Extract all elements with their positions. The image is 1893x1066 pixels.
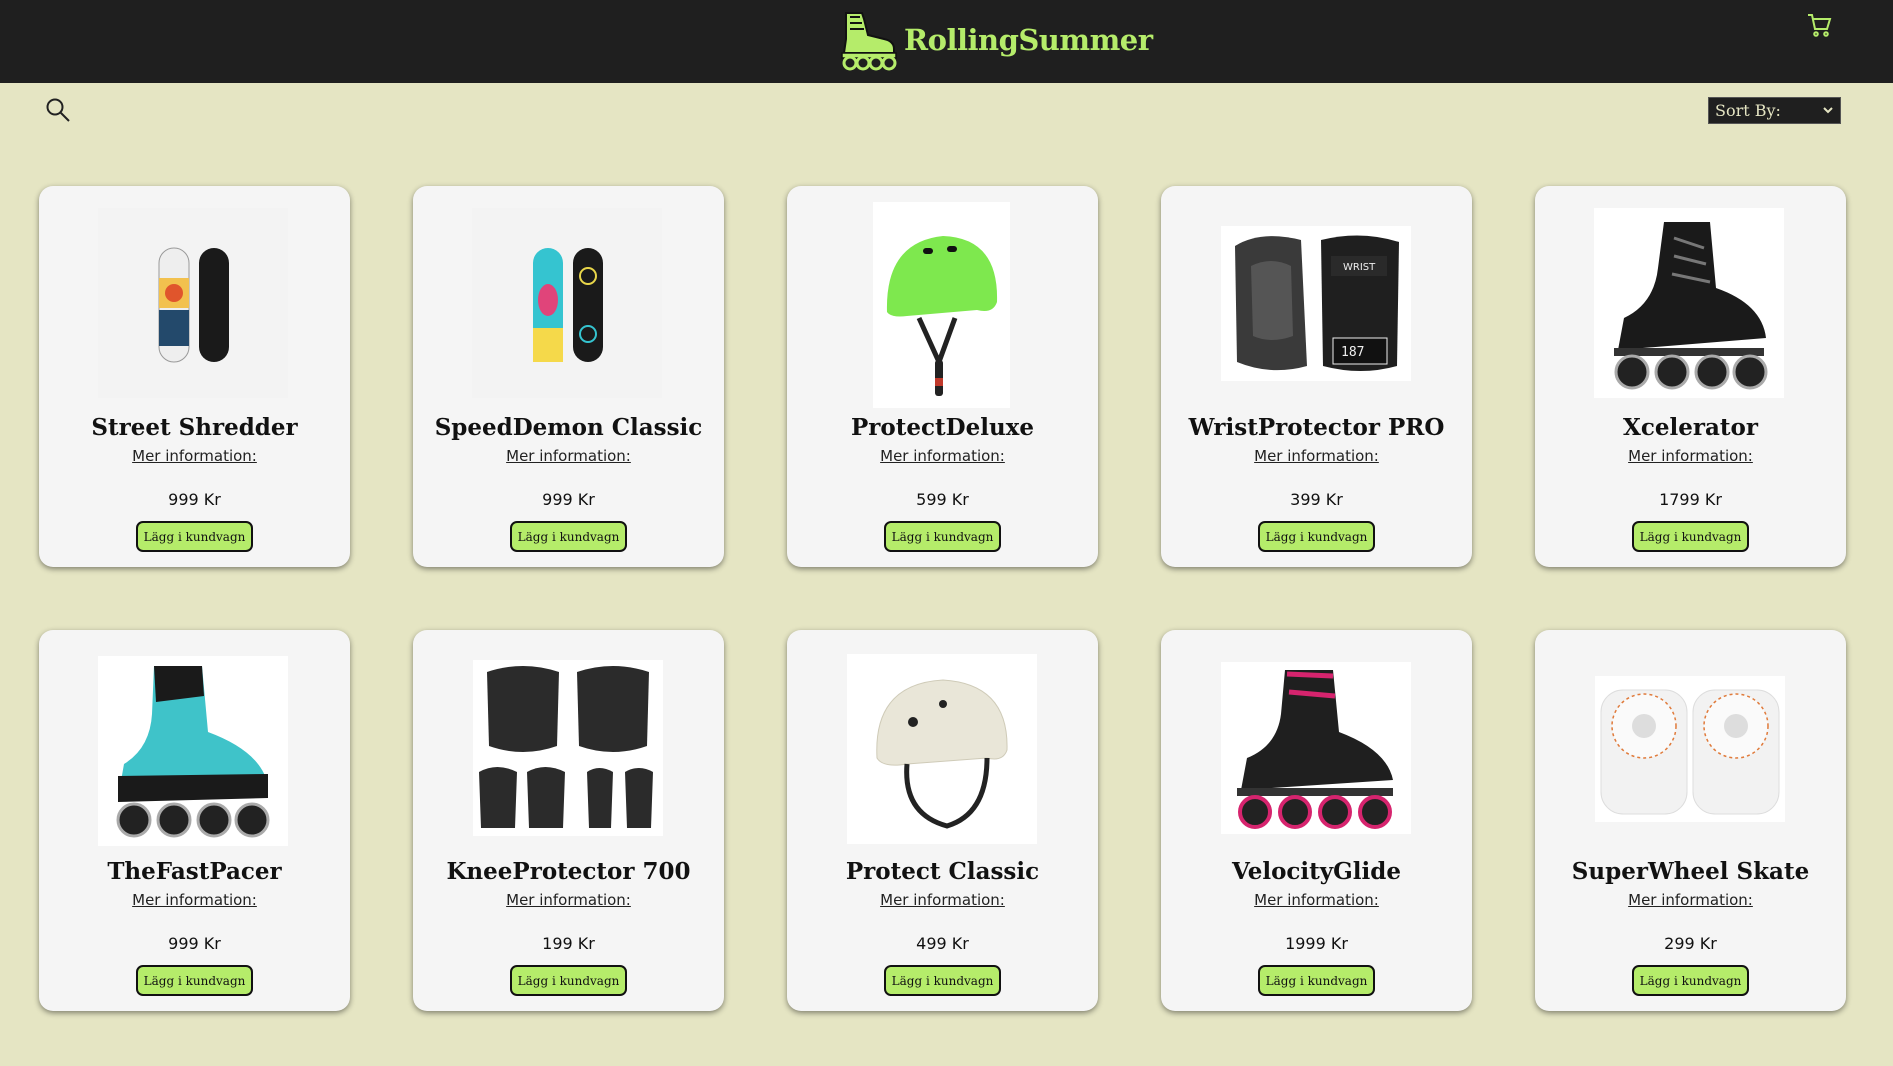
search-icon[interactable] <box>44 96 72 124</box>
product-card: TheFastPacer Mer information: 999 Kr Läg… <box>39 630 350 1011</box>
inline-skate-image[interactable] <box>98 656 288 846</box>
skateboard-image[interactable] <box>472 208 662 398</box>
shopping-cart-icon[interactable] <box>1806 12 1832 40</box>
more-info-link[interactable]: Mer information: <box>1161 447 1472 465</box>
helmet-image[interactable] <box>873 202 1010 408</box>
product-card: SuperWheel Skate Mer information: 299 Kr… <box>1535 630 1846 1011</box>
product-name: Xcelerator <box>1623 414 1758 441</box>
product-price: 299 Kr <box>1664 934 1717 953</box>
product-price: 1799 Kr <box>1659 490 1722 509</box>
product-card: Street Shredder Mer information: 999 Kr … <box>39 186 350 567</box>
product-name: KneeProtector 700 <box>446 858 691 885</box>
product-price: 199 Kr <box>542 934 595 953</box>
product-card: ProtectDeluxe Mer information: 599 Kr Lä… <box>787 186 1098 567</box>
product-card: VelocityGlide Mer information: 1999 Kr L… <box>1161 630 1472 1011</box>
product-name: WristProtector PRO <box>1188 414 1445 441</box>
brand-name: RollingSummer <box>904 23 1153 57</box>
product-card: Xcelerator Mer information: 1799 Kr Lägg… <box>1535 186 1846 567</box>
rollerskate-icon <box>838 9 898 71</box>
sort-label: Sort By: <box>1715 101 1781 120</box>
add-to-cart-button[interactable]: Lägg i kundvagn <box>1632 965 1749 996</box>
product-name: VelocityGlide <box>1231 858 1401 885</box>
product-card: WRIST 187 WristProtector PRO Mer informa… <box>1161 186 1472 567</box>
more-info-link[interactable]: Mer information: <box>787 891 1098 909</box>
product-name: Street Shredder <box>91 414 298 441</box>
product-price: 999 Kr <box>168 490 221 509</box>
more-info-link[interactable]: Mer information: <box>413 447 724 465</box>
product-name: SpeedDemon Classic <box>434 414 703 441</box>
more-info-link[interactable]: Mer information: <box>39 447 350 465</box>
inline-skate-image[interactable] <box>1221 662 1411 834</box>
more-info-link[interactable]: Mer information: <box>1535 447 1846 465</box>
helmet-image[interactable] <box>847 654 1037 844</box>
product-price: 599 Kr <box>916 490 969 509</box>
knee-pads-image[interactable] <box>473 660 663 836</box>
product-name: TheFastPacer <box>107 858 282 885</box>
add-to-cart-button[interactable]: Lägg i kundvagn <box>510 521 627 552</box>
product-name: SuperWheel Skate <box>1571 858 1810 885</box>
add-to-cart-button[interactable]: Lägg i kundvagn <box>884 965 1001 996</box>
wrist-guard-image[interactable]: WRIST 187 <box>1221 226 1411 381</box>
product-price: 499 Kr <box>916 934 969 953</box>
brand-logo[interactable]: RollingSummer <box>838 8 1153 72</box>
product-name: ProtectDeluxe <box>850 414 1035 441</box>
add-to-cart-button[interactable]: Lägg i kundvagn <box>136 965 253 996</box>
skateboard-image[interactable] <box>98 208 288 398</box>
skate-wheels-image[interactable] <box>1595 676 1785 822</box>
chevron-down-icon <box>1822 102 1834 122</box>
svg-text:187: 187 <box>1341 345 1364 360</box>
add-to-cart-button[interactable]: Lägg i kundvagn <box>1258 965 1375 996</box>
add-to-cart-button[interactable]: Lägg i kundvagn <box>884 521 1001 552</box>
product-price: 399 Kr <box>1290 490 1343 509</box>
sort-dropdown[interactable]: Sort By: <box>1708 97 1841 124</box>
add-to-cart-button[interactable]: Lägg i kundvagn <box>1632 521 1749 552</box>
product-price: 1999 Kr <box>1285 934 1348 953</box>
add-to-cart-button[interactable]: Lägg i kundvagn <box>510 965 627 996</box>
top-navigation-bar: RollingSummer <box>0 0 1893 83</box>
add-to-cart-button[interactable]: Lägg i kundvagn <box>1258 521 1375 552</box>
product-card: Protect Classic Mer information: 499 Kr … <box>787 630 1098 1011</box>
add-to-cart-button[interactable]: Lägg i kundvagn <box>136 521 253 552</box>
svg-text:WRIST: WRIST <box>1343 262 1376 273</box>
product-name: Protect Classic <box>845 858 1040 885</box>
more-info-link[interactable]: Mer information: <box>413 891 724 909</box>
more-info-link[interactable]: Mer information: <box>1535 891 1846 909</box>
product-price: 999 Kr <box>542 490 595 509</box>
more-info-link[interactable]: Mer information: <box>787 447 1098 465</box>
product-card: KneeProtector 700 Mer information: 199 K… <box>413 630 724 1011</box>
inline-skate-image[interactable] <box>1594 208 1784 398</box>
product-card: SpeedDemon Classic Mer information: 999 … <box>413 186 724 567</box>
more-info-link[interactable]: Mer information: <box>1161 891 1472 909</box>
more-info-link[interactable]: Mer information: <box>39 891 350 909</box>
product-price: 999 Kr <box>168 934 221 953</box>
